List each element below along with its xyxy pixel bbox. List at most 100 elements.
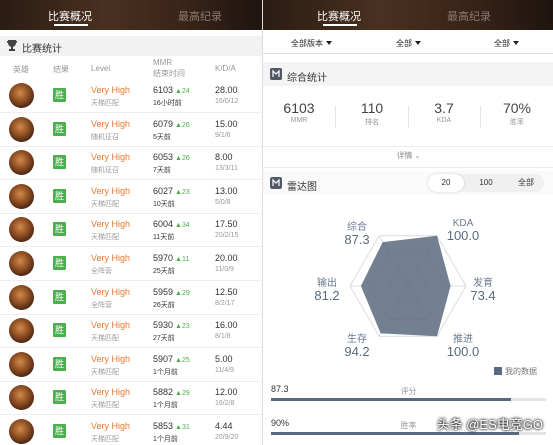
result-badge: 胜 <box>53 356 66 371</box>
kda-detail: 20/2/15 <box>215 232 239 240</box>
result-badge: 胜 <box>53 222 66 237</box>
mmr-delta: ▲29 <box>175 289 190 297</box>
game-mode: 随机征召 <box>91 167 119 175</box>
radar-header: 雷达图 20 100 全部 <box>263 171 553 195</box>
match-row[interactable]: 胜 Very High 全阵营 5959 ▲29 26天前 12.50 8/2/17 <box>0 282 262 315</box>
col-level: Level <box>91 64 111 73</box>
mmr-delta: ▲31 <box>175 424 190 431</box>
score-label: 评分 <box>400 387 417 396</box>
hero-avatar <box>9 385 34 411</box>
tab-best-records[interactable]: 最高纪录 <box>447 8 491 24</box>
active-tab-indicator <box>323 24 357 26</box>
hero-avatar <box>9 419 34 444</box>
radar-label: KDA 100.0 <box>446 218 480 243</box>
kda-detail: 20/9/20 <box>215 434 239 441</box>
hero-filter[interactable]: 全部 <box>494 38 519 49</box>
hero-avatar <box>9 183 34 209</box>
summary-stats: 6103 MMR 110 排名 3.7 KDA 70% 胜率 <box>263 100 553 140</box>
radar-label: 生存 94.2 <box>344 334 370 359</box>
hero-avatar <box>9 251 34 276</box>
kda-detail: 9/1/6 <box>215 131 231 139</box>
col-hero: 英雄 <box>13 65 29 74</box>
version-filter[interactable]: 全部版本 <box>291 38 332 49</box>
match-row[interactable]: 胜 Very High 天梯匹配 5907 ▲25 1个月前 5.00 11/4/9 <box>0 349 262 382</box>
kda-detail: 8/1/8 <box>215 333 231 341</box>
game-mode: 天梯匹配 <box>91 200 119 208</box>
tab-match-overview[interactable]: 比赛概况 <box>48 8 92 24</box>
kda-detail: 8/2/17 <box>215 299 235 307</box>
mmr-delta: ▲25 <box>175 356 190 364</box>
level-text: Very High <box>91 85 131 95</box>
kda-ratio: 12.00 <box>215 387 238 398</box>
end-time: 25天前 <box>153 268 175 275</box>
level-text: Very High <box>91 320 131 331</box>
game-mode: 天梯匹配 <box>91 436 119 443</box>
match-row[interactable]: 胜 Very High 天梯匹配 6027 ▲23 10天前 13.00 5/0/8 <box>0 181 262 214</box>
summary-title: 综合统计 <box>287 73 327 84</box>
end-time: 16小时前 <box>153 100 182 107</box>
kda-detail: 16/2/8 <box>215 400 235 408</box>
kda-ratio: 12.50 <box>215 286 238 297</box>
match-row[interactable]: 胜 Very High 天梯匹配 6103 ▲24 16小时前 28.00 16/0/12 <box>0 80 262 113</box>
stat-kda: 3.7 KDA <box>434 100 454 124</box>
details-toggle[interactable]: 详情 ⌄ <box>263 146 553 168</box>
mmr-delta: ▲23 <box>175 188 190 196</box>
active-tab-indicator <box>54 24 88 26</box>
end-time: 1个月前 <box>153 402 178 410</box>
match-row[interactable]: 胜 Very High 天梯匹配 6004 ▲34 11天前 17.50 20/2/15 <box>0 214 262 248</box>
match-row[interactable]: 胜 Very High 随机征召 6079 ▲26 5天前 15.00 9/1/6 <box>0 114 262 147</box>
col-kda: K/D/A <box>215 64 236 73</box>
game-mode: 随机征召 <box>91 133 119 141</box>
range-20[interactable]: 20 <box>428 174 464 192</box>
mmr-value: 5959 ▲29 <box>153 286 190 297</box>
result-badge: 胜 <box>53 289 66 304</box>
match-row[interactable]: 胜 Very High 天梯匹配 5853 ▲31 1个月前 4.44 20/9/20 <box>0 416 262 445</box>
end-time: 1个月前 <box>153 436 178 443</box>
level-text: Very High <box>91 118 131 129</box>
result-badge: 胜 <box>53 390 66 405</box>
section-title: 比赛统计 <box>22 44 62 55</box>
end-time: 11天前 <box>153 234 175 242</box>
stats-logo-icon <box>270 68 282 80</box>
match-row[interactable]: 胜 Very High 全阵营 5970 ▲11 25天前 20.00 11/0/9 <box>0 248 262 281</box>
legend-swatch <box>494 367 502 375</box>
radar-label: 推进 100.0 <box>446 334 480 359</box>
stat-winrate: 70% 胜率 <box>502 100 532 126</box>
trophy-icon <box>7 40 17 51</box>
section-header: 比赛统计 <box>0 36 262 56</box>
kda-detail: 16/0/12 <box>215 98 239 105</box>
radar-label: 发育 73.4 <box>470 278 496 303</box>
col-time: 结束时间 <box>153 69 185 78</box>
caret-down-icon <box>513 41 519 45</box>
game-mode: 天梯匹配 <box>91 335 119 343</box>
game-mode: 全阵营 <box>91 268 112 275</box>
tab-best-records[interactable]: 最高纪录 <box>178 8 222 24</box>
range-100[interactable]: 100 <box>468 174 504 192</box>
tab-match-overview[interactable]: 比赛概况 <box>317 8 361 24</box>
mode-filter[interactable]: 全部 <box>396 38 421 49</box>
score-track <box>271 398 546 401</box>
stat-mmr: 6103 MMR <box>283 100 315 124</box>
hero-avatar <box>9 284 34 310</box>
mmr-delta: ▲11 <box>175 256 190 263</box>
radar-chart: 综合 87.3 KDA 100.0 发育 73.4 推进 100.0 生存 94.2 输出 81.2 <box>263 198 553 368</box>
match-row[interactable]: 胜 Very High 天梯匹配 5882 ▲29 1个月前 12.00 16/2/8 <box>0 382 262 416</box>
mmr-value: 6004 ▲34 <box>153 219 190 230</box>
end-time: 7天前 <box>153 167 171 175</box>
match-row[interactable]: 胜 Very High 天梯匹配 5930 ▲23 27天前 16.00 8/1/8 <box>0 315 262 349</box>
range-all[interactable]: 全部 <box>508 174 544 192</box>
radar-label: 综合 87.3 <box>344 222 370 247</box>
radar-legend: 我的数据 <box>494 366 537 377</box>
match-row[interactable]: 胜 Very High 随机征召 6053 ▲26 7天前 8.00 13/3/11 <box>0 147 262 181</box>
mmr-value: 5930 ▲23 <box>153 320 190 331</box>
mmr-delta: ▲29 <box>175 390 190 398</box>
mmr-value: 5853 ▲31 <box>153 421 190 431</box>
details-label: 详情 <box>396 151 413 160</box>
chevron-down-icon: ⌄ <box>414 153 421 160</box>
mmr-value: 6079 ▲26 <box>153 118 190 129</box>
game-mode: 天梯匹配 <box>91 100 119 107</box>
mmr-delta: ▲24 <box>175 88 190 95</box>
end-time: 10天前 <box>153 200 175 208</box>
mmr-value: 6053 ▲26 <box>153 152 190 163</box>
mmr-delta: ▲26 <box>175 155 190 163</box>
